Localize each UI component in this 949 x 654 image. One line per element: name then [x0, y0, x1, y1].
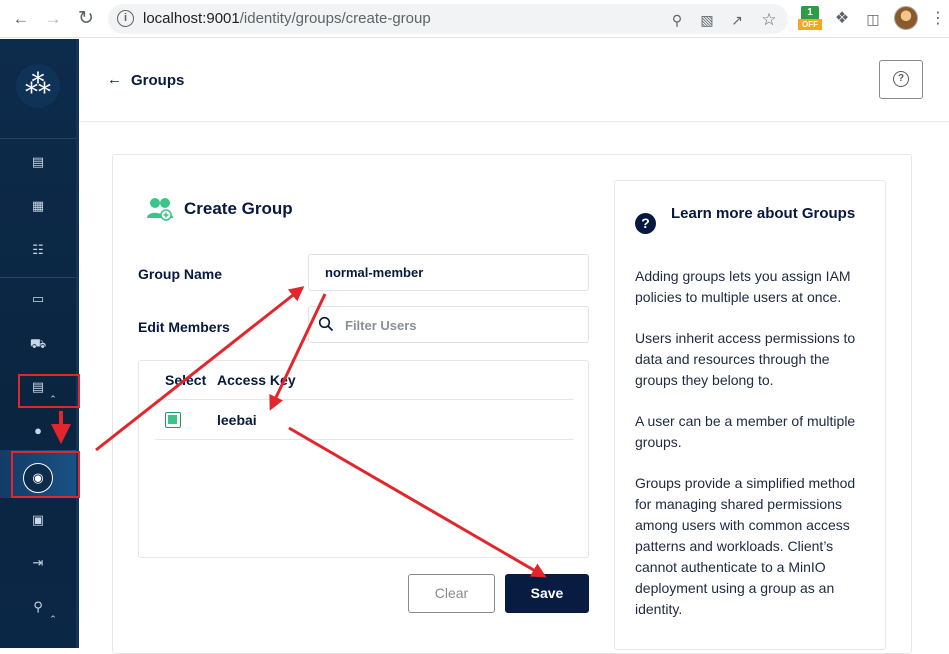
- browser-menu-icon[interactable]: ⋮: [930, 8, 946, 30]
- column-header-select[interactable]: Select: [165, 372, 206, 388]
- group-name-label: Group Name: [138, 266, 223, 282]
- edit-members-label: Edit Members: [138, 319, 230, 335]
- users-icon[interactable]: ●: [28, 421, 48, 441]
- address-bar[interactable]: i localhost:9001/identity/groups/create-…: [108, 4, 788, 34]
- page-header: ← Groups ?: [79, 39, 949, 122]
- minio-logo[interactable]: ⁂: [16, 64, 60, 108]
- back-icon[interactable]: ←: [10, 8, 32, 30]
- profile-avatar[interactable]: [894, 6, 918, 30]
- help-paragraph: Users inherit access permissions to data…: [635, 330, 856, 388]
- annotation-box-groups: [11, 451, 80, 498]
- filter-placeholder: Filter Users: [345, 318, 417, 333]
- search-icon: [318, 316, 334, 332]
- settings-search-icon[interactable]: ⚲: [28, 597, 48, 617]
- help-title: Learn more about Groups: [671, 205, 856, 222]
- table-row-access-key[interactable]: leebai: [217, 412, 257, 428]
- extensions-puzzle-icon[interactable]: ❖: [831, 8, 853, 30]
- help-button[interactable]: ?: [879, 60, 923, 99]
- table-divider: [155, 439, 574, 440]
- sidebar-divider: [0, 277, 76, 278]
- group-name-input[interactable]: normal-member: [308, 254, 589, 291]
- share-icon[interactable]: ↗: [728, 11, 746, 29]
- translate-icon[interactable]: ▧: [698, 11, 716, 29]
- table-divider: [155, 399, 574, 400]
- help-paragraph: Adding groups lets you assign IAM polici…: [635, 268, 851, 305]
- buckets-icon[interactable]: ▭: [28, 289, 48, 309]
- logs-icon[interactable]: ☷: [28, 240, 48, 260]
- chevron-up-icon[interactable]: ⌃: [48, 614, 58, 624]
- annotation-box-identity: [18, 374, 80, 408]
- column-header-access-key[interactable]: Access Key: [217, 372, 296, 388]
- monitoring-icon[interactable]: ▦: [28, 196, 48, 216]
- create-group-icon: [147, 198, 173, 221]
- question-circle-icon: ?: [635, 213, 656, 234]
- members-table: [138, 360, 589, 558]
- browser-toolbar: ← → ↻ i localhost:9001/identity/groups/c…: [0, 0, 949, 38]
- side-panel-icon[interactable]: ◫: [862, 8, 884, 30]
- reload-icon[interactable]: ↻: [75, 8, 97, 30]
- key-icon[interactable]: ⚲: [668, 11, 686, 29]
- question-icon: ?: [893, 71, 909, 87]
- policies-shield-icon[interactable]: ⛟: [28, 334, 48, 354]
- filter-users-input[interactable]: Filter Users: [308, 306, 589, 343]
- help-paragraph: A user can be a member of multiple group…: [635, 413, 856, 450]
- group-name-value: normal-member: [325, 265, 424, 280]
- sidebar: ⁂ ▤ ▦ ☷ ▭ ⛟ ▤ ⌃ ● ◉ ▣ ⇥ ⚲ ⌃: [0, 39, 79, 648]
- back-to-groups-link[interactable]: Groups: [131, 72, 184, 89]
- extension-off-icon[interactable]: 1 OFF: [798, 6, 822, 32]
- page-title: Create Group: [184, 199, 293, 218]
- bookmark-star-icon[interactable]: ☆: [760, 11, 778, 29]
- clear-button[interactable]: Clear: [408, 574, 495, 613]
- sidebar-divider: [0, 138, 76, 139]
- site-info-icon[interactable]: i: [117, 10, 134, 27]
- service-accounts-lock-icon[interactable]: ▣: [28, 510, 48, 530]
- forward-icon[interactable]: →: [42, 8, 64, 30]
- save-button[interactable]: Save: [505, 574, 589, 613]
- row-select-checkbox[interactable]: [165, 412, 181, 428]
- url-text: localhost:9001/identity/groups/create-gr…: [143, 10, 431, 27]
- dashboard-icon[interactable]: ▤: [28, 152, 48, 172]
- help-paragraph: Groups provide a simplified method for m…: [635, 475, 856, 617]
- login-icon[interactable]: ⇥: [28, 553, 48, 573]
- back-arrow-icon[interactable]: ←: [107, 71, 122, 88]
